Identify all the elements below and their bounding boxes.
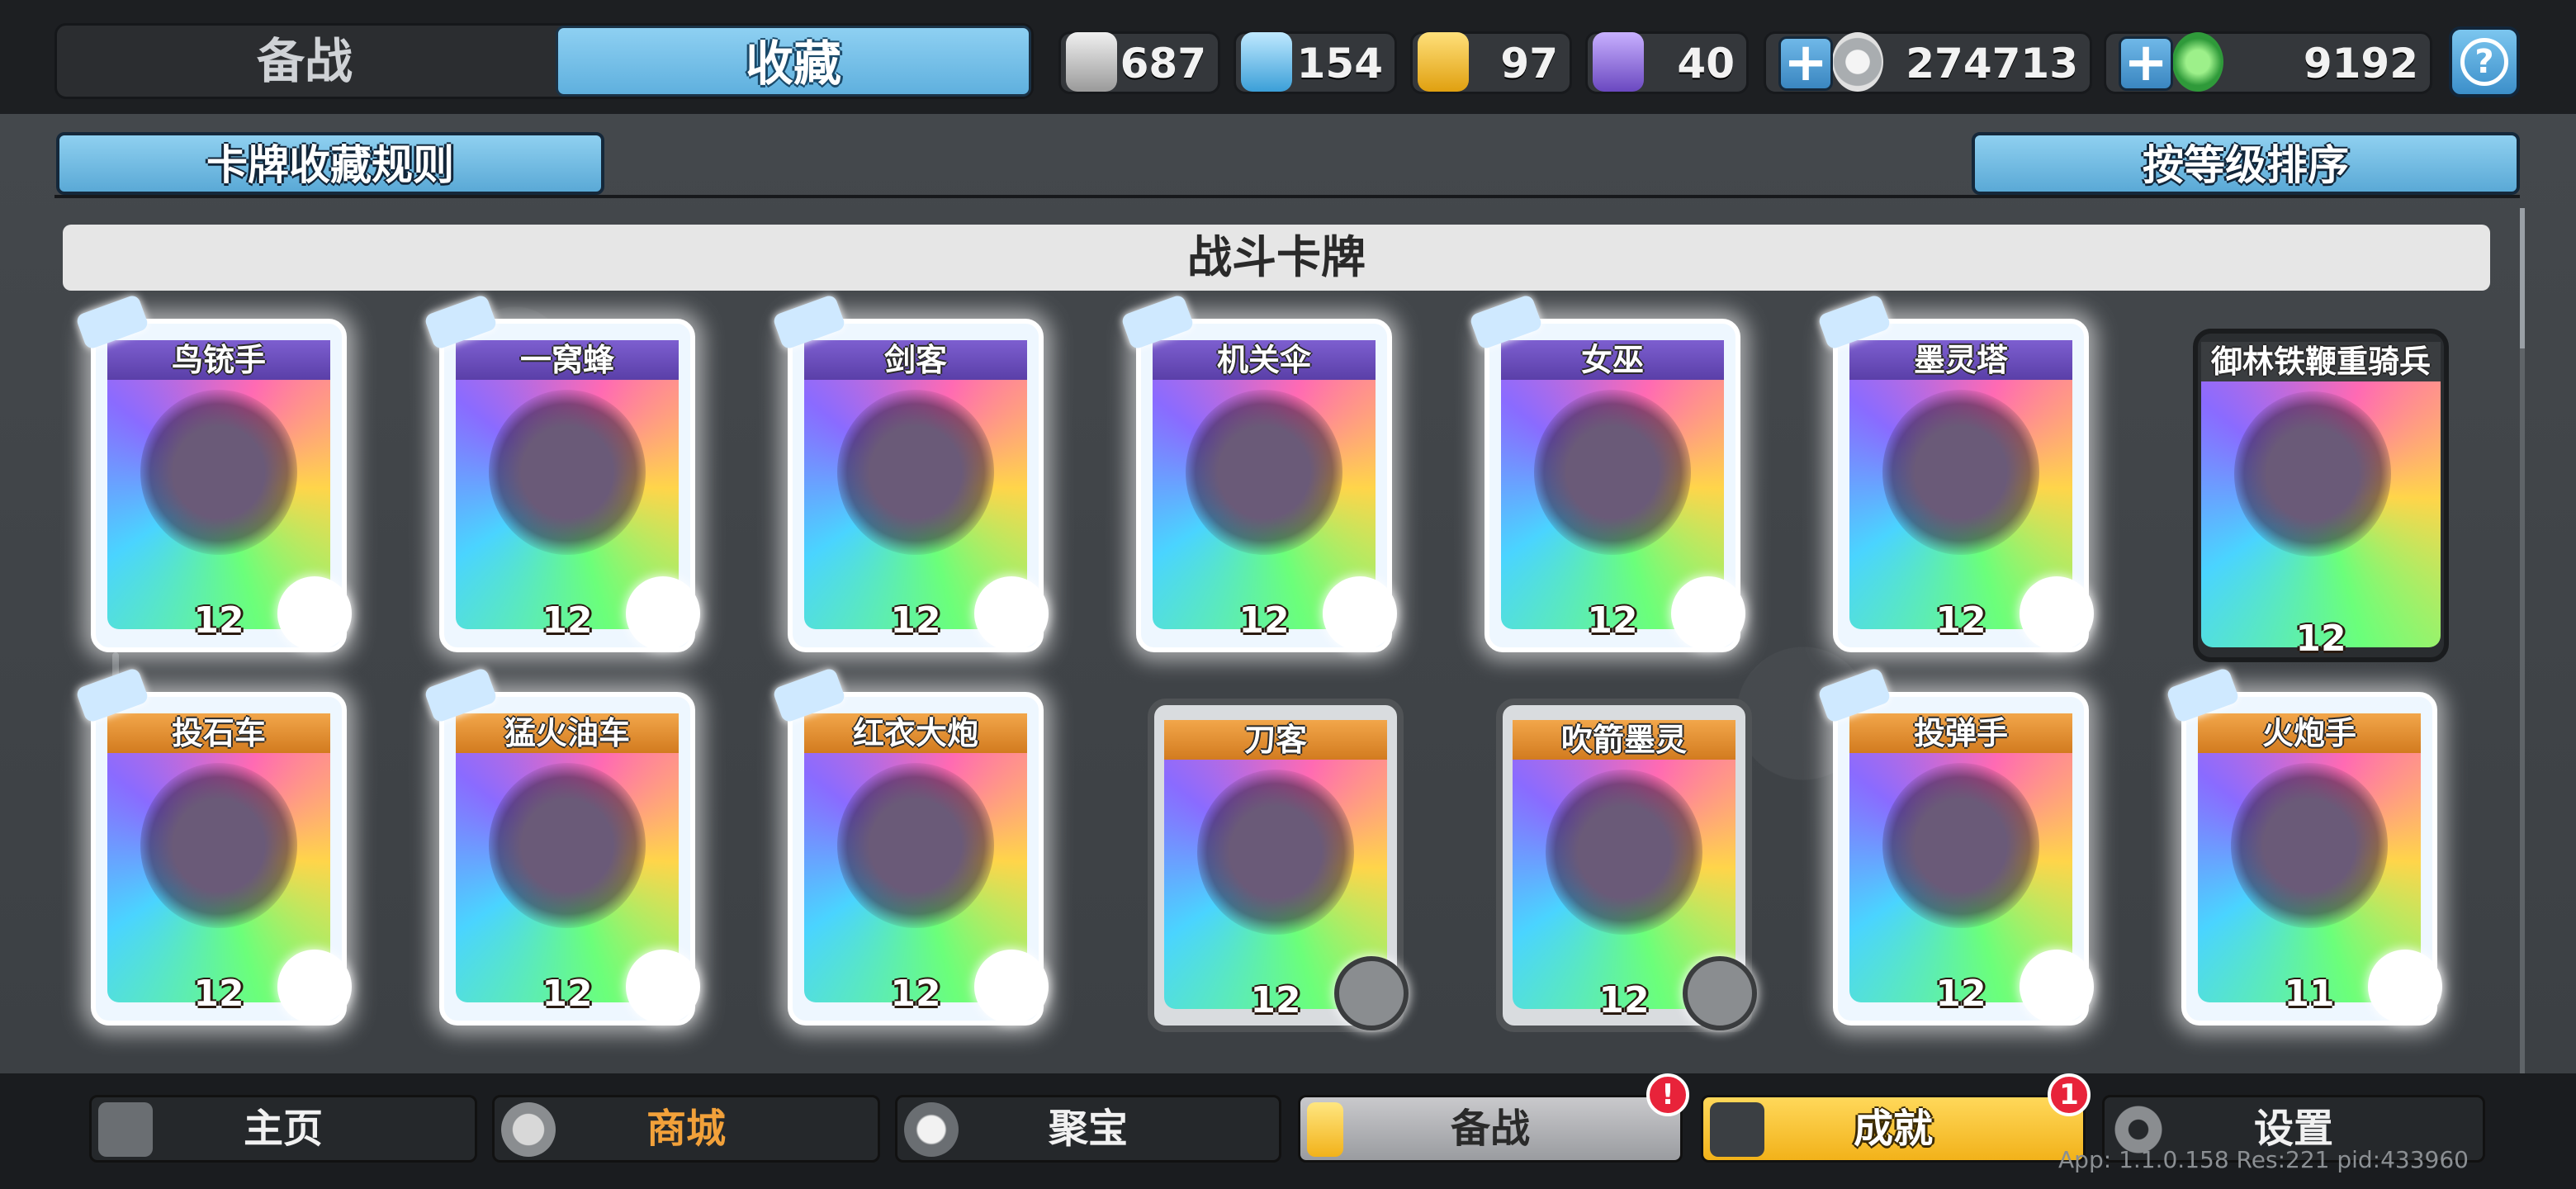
card-name: 刀客 bbox=[1164, 720, 1387, 760]
card-item[interactable]: 吹箭墨灵 12 bbox=[1488, 692, 1760, 1039]
tab-prepare[interactable]: 备战 bbox=[57, 26, 552, 97]
resource-value: 274713 bbox=[1906, 40, 2078, 88]
divider bbox=[54, 195, 2520, 198]
card-name: 火炮手 bbox=[2198, 713, 2421, 753]
silver-coin-icon bbox=[1832, 32, 1883, 92]
gold-shield-icon bbox=[1418, 32, 1469, 92]
card-level: 12 bbox=[1250, 979, 1301, 1021]
card-name: 剑客 bbox=[804, 340, 1027, 380]
silver-shield-icon bbox=[1066, 32, 1117, 92]
card-item[interactable]: 剑客 12 bbox=[771, 293, 1052, 659]
card-portrait bbox=[2201, 342, 2441, 647]
card-name: 鸟铳手 bbox=[107, 340, 330, 380]
resource-value: 687 bbox=[1120, 40, 1206, 88]
notification-badge: ! bbox=[1646, 1073, 1689, 1116]
nav-treasure[interactable]: 聚宝 bbox=[895, 1095, 1281, 1163]
add-coins-button[interactable]: + bbox=[1778, 36, 1833, 91]
card-item[interactable]: 投石车 12 bbox=[74, 666, 355, 1032]
card-item[interactable]: 一窝蜂 12 bbox=[423, 293, 703, 659]
card-item[interactable]: 火炮手 11 bbox=[2165, 666, 2446, 1032]
card-level: 12 bbox=[542, 599, 593, 642]
nav-label: 商城 bbox=[646, 1106, 726, 1152]
card-level: 12 bbox=[890, 599, 941, 642]
card-name: 墨灵塔 bbox=[1849, 340, 2072, 380]
resource-silver-shield: 687 bbox=[1058, 31, 1220, 94]
help-button[interactable]: ? bbox=[2449, 26, 2520, 97]
card-item[interactable]: 墨灵塔 12 bbox=[1816, 293, 2097, 659]
card-name: 吹箭墨灵 bbox=[1513, 720, 1735, 760]
card-rules-button[interactable]: 卡牌收藏规则 bbox=[56, 132, 604, 195]
resource-value: 9192 bbox=[2303, 40, 2418, 88]
main-tabs: 备战 收藏 bbox=[54, 23, 1034, 99]
card-level: 11 bbox=[2284, 973, 2335, 1015]
resource-value: 97 bbox=[1500, 40, 1558, 88]
card-item[interactable]: 女巫 12 bbox=[1468, 293, 1749, 659]
notification-badge: 1 bbox=[2048, 1073, 2091, 1116]
question-icon: ? bbox=[2460, 38, 2508, 86]
card-level: 12 bbox=[193, 599, 244, 642]
card-level: 12 bbox=[193, 973, 244, 1015]
resource-value: 40 bbox=[1677, 40, 1735, 88]
card-item[interactable]: 鸟铳手 12 bbox=[74, 293, 355, 659]
card-level: 12 bbox=[1598, 979, 1650, 1021]
nav-shop[interactable]: 商城 bbox=[492, 1095, 880, 1163]
card-name: 投石车 bbox=[107, 713, 330, 753]
nav-achievements[interactable]: 成就 bbox=[1701, 1095, 2086, 1163]
nav-label: 主页 bbox=[243, 1106, 323, 1152]
nav-label: 备战 bbox=[1450, 1106, 1530, 1152]
version-text: App: 1.1.0.158 Res:221 pid:433960 bbox=[2058, 1146, 2469, 1173]
nav-label: 成就 bbox=[1853, 1106, 1933, 1152]
resource-purple-crystal: 40 bbox=[1585, 31, 1749, 94]
scrollbar-thumb[interactable] bbox=[2520, 208, 2525, 348]
blue-crystal-icon bbox=[1241, 32, 1292, 92]
card-name: 猛火油车 bbox=[456, 713, 679, 753]
card-name: 红衣大炮 bbox=[804, 713, 1027, 753]
card-level: 12 bbox=[2295, 618, 2346, 660]
purple-crystal-icon bbox=[1593, 32, 1644, 92]
card-item[interactable]: 御林铁鞭重骑兵 12 bbox=[2185, 322, 2457, 669]
nav-prepare[interactable]: 备战 bbox=[1298, 1095, 1683, 1163]
add-gems-button[interactable]: + bbox=[2119, 36, 2173, 91]
card-name: 女巫 bbox=[1501, 340, 1724, 380]
card-item[interactable]: 猛火油车 12 bbox=[423, 666, 703, 1032]
card-item[interactable]: 投弹手 12 bbox=[1816, 666, 2097, 1032]
resource-blue-crystal: 154 bbox=[1234, 31, 1397, 94]
nav-home[interactable]: 主页 bbox=[89, 1095, 477, 1163]
card-level: 12 bbox=[542, 973, 593, 1015]
card-level: 12 bbox=[890, 973, 941, 1015]
card-level: 12 bbox=[1935, 973, 1986, 1015]
resource-value: 154 bbox=[1296, 40, 1383, 88]
card-level: 12 bbox=[1935, 599, 1986, 642]
sort-by-level-button[interactable]: 按等级排序 bbox=[1972, 132, 2520, 195]
card-name: 投弹手 bbox=[1849, 713, 2072, 753]
card-name: 御林铁鞭重骑兵 bbox=[2201, 342, 2441, 381]
card-name: 一窝蜂 bbox=[456, 340, 679, 380]
tab-collection[interactable]: 收藏 bbox=[556, 26, 1031, 97]
card-item[interactable]: 刀客 12 bbox=[1139, 692, 1412, 1039]
nav-label: 聚宝 bbox=[1048, 1106, 1128, 1152]
scrollbar[interactable] bbox=[2520, 208, 2525, 1075]
card-level: 12 bbox=[1238, 599, 1290, 642]
section-title: 战斗卡牌 bbox=[63, 225, 2490, 291]
card-level: 12 bbox=[1587, 599, 1638, 642]
card-item[interactable]: 机关伞 12 bbox=[1120, 293, 1400, 659]
resource-gold-shield: 97 bbox=[1410, 31, 1572, 94]
card-item[interactable]: 红衣大炮 12 bbox=[771, 666, 1052, 1032]
card-name: 机关伞 bbox=[1153, 340, 1376, 380]
green-gem-icon bbox=[2172, 32, 2223, 92]
